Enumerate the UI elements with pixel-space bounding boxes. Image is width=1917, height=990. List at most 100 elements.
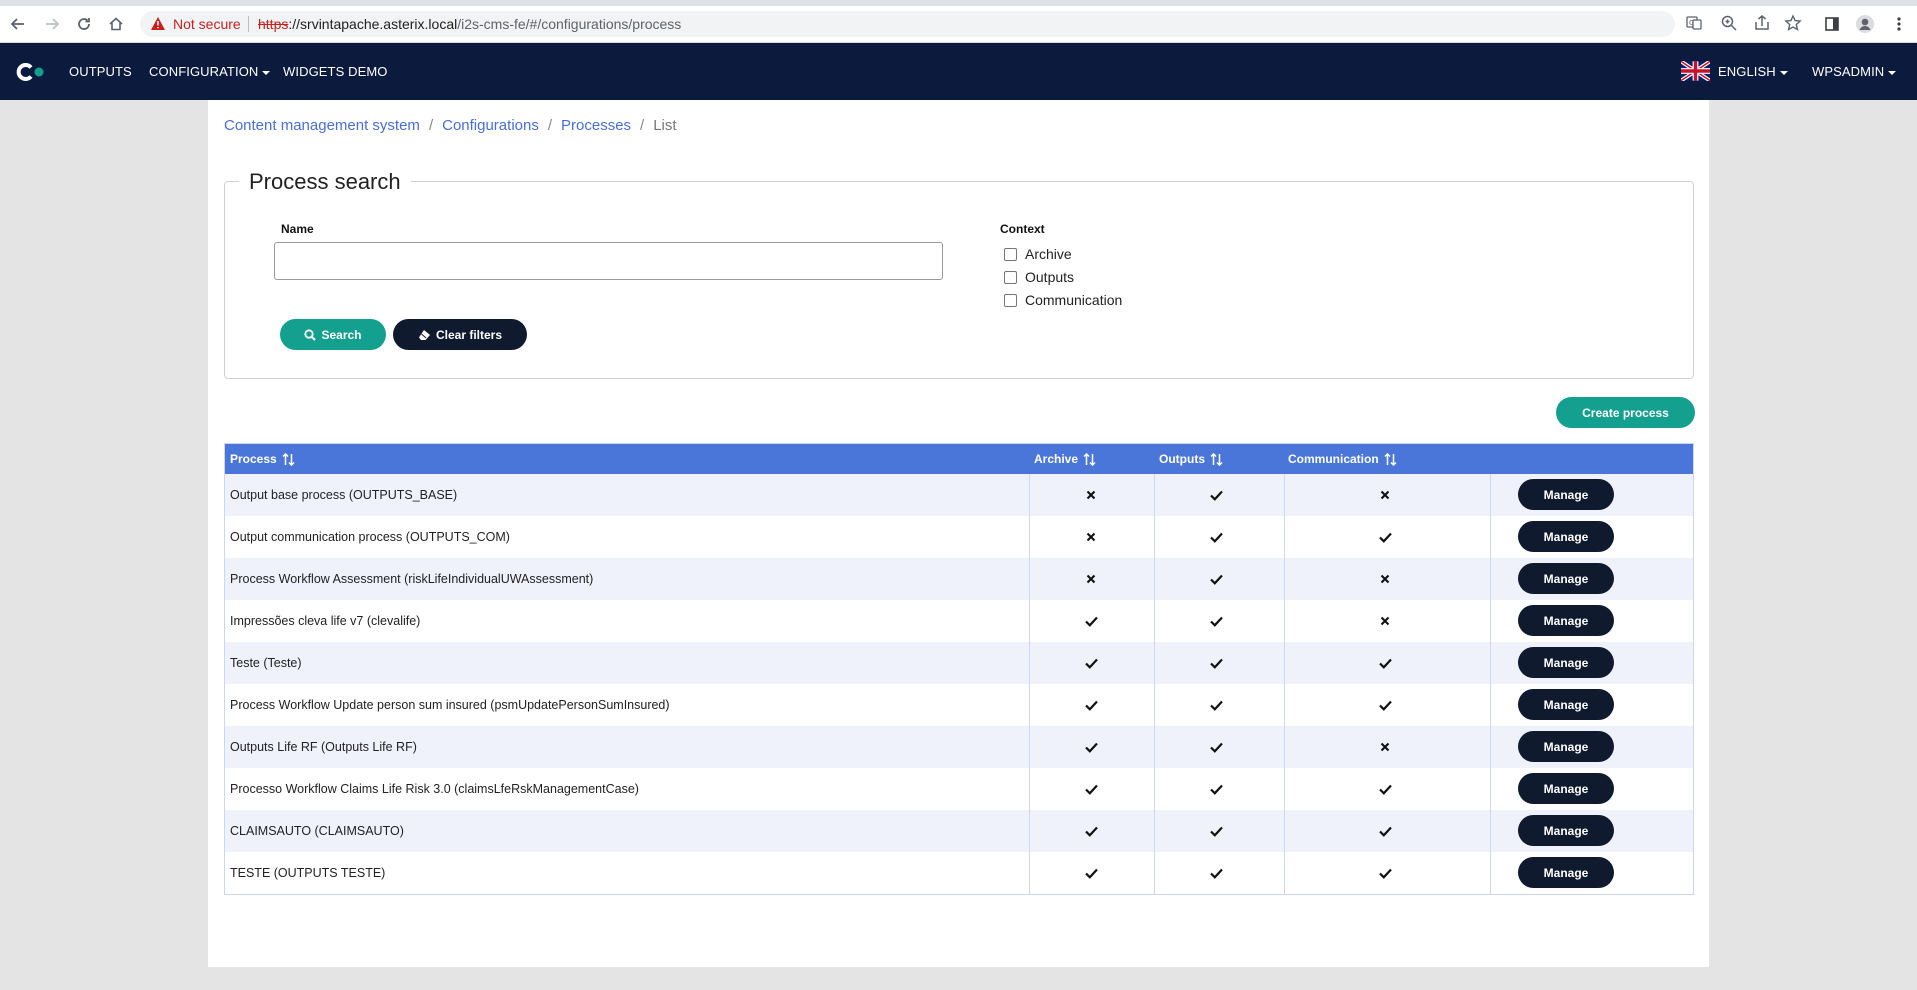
breadcrumb-configurations[interactable]: Configurations xyxy=(442,117,539,134)
nav-widgets-demo[interactable]: WIDGETS DEMO xyxy=(283,64,387,79)
check-icon xyxy=(1083,781,1099,797)
back-icon[interactable] xyxy=(8,14,28,34)
communication-checkbox-label: Communication xyxy=(1025,292,1123,308)
translate-icon[interactable]: G xyxy=(1685,14,1703,37)
url-text[interactable]: https://srvintapache.asterix.local/i2s-c… xyxy=(258,16,681,32)
manage-button[interactable]: Manage xyxy=(1518,521,1614,552)
manage-button[interactable]: Manage xyxy=(1518,563,1614,594)
search-button-label: Search xyxy=(321,327,362,342)
column-divider xyxy=(1490,474,1491,516)
table-row: Processo Workflow Claims Life Risk 3.0 (… xyxy=(225,768,1693,810)
column-divider xyxy=(1490,558,1491,600)
check-icon xyxy=(1083,655,1099,671)
breadcrumb-cms[interactable]: Content management system xyxy=(224,117,420,134)
outputs-checkbox-label: Outputs xyxy=(1025,269,1075,285)
check-icon xyxy=(1377,655,1393,671)
sort-icon[interactable] xyxy=(1384,452,1397,466)
context-outputs[interactable]: Outputs xyxy=(1004,269,1074,285)
check-icon xyxy=(1377,865,1393,881)
column-divider xyxy=(1029,852,1030,894)
process-search-panel: Process search Name Context Archive Outp… xyxy=(224,169,1694,379)
table-row: Impressões cleva life v7 (clevalife) Mana… xyxy=(225,600,1693,642)
process-name-cell: CLAIMSAUTO (CLAIMSAUTO) xyxy=(230,824,404,838)
check-icon xyxy=(1208,655,1224,671)
manage-button[interactable]: Manage xyxy=(1518,647,1614,678)
check-icon xyxy=(1208,697,1224,713)
process-name-cell: Outputs Life RF (Outputs Life RF) xyxy=(230,740,417,754)
column-divider xyxy=(1284,768,1285,810)
column-header-process[interactable]: Process xyxy=(230,452,295,466)
column-divider xyxy=(1154,642,1155,684)
sort-icon[interactable] xyxy=(282,452,295,466)
check-icon xyxy=(1208,781,1224,797)
check-icon xyxy=(1377,529,1393,545)
column-divider xyxy=(1490,810,1491,852)
column-divider xyxy=(1029,600,1030,642)
app-logo[interactable] xyxy=(14,63,46,81)
column-header-archive[interactable]: Archive xyxy=(1034,452,1096,466)
communication-checkbox[interactable] xyxy=(1004,293,1017,307)
column-divider xyxy=(1284,810,1285,852)
bookmark-star-icon[interactable] xyxy=(1784,14,1802,37)
column-divider xyxy=(1284,684,1285,726)
process-name-cell: Processo Workflow Claims Life Risk 3.0 (… xyxy=(230,782,639,796)
column-divider xyxy=(1284,600,1285,642)
process-name-cell: Output communication process (OUTPUTS_CO… xyxy=(230,530,510,544)
manage-button[interactable]: Manage xyxy=(1518,773,1614,804)
chevron-down-icon xyxy=(1888,70,1897,75)
clear-filters-button[interactable]: Clear filters xyxy=(393,319,527,350)
clear-filters-label: Clear filters xyxy=(435,327,503,342)
breadcrumb-processes[interactable]: Processes xyxy=(561,117,631,134)
not-secure-label[interactable]: Not secure xyxy=(173,16,241,32)
side-panel-icon[interactable] xyxy=(1822,14,1842,34)
nav-outputs[interactable]: OUTPUTS xyxy=(69,64,132,79)
manage-button[interactable]: Manage xyxy=(1518,731,1614,762)
column-divider xyxy=(1284,726,1285,768)
check-icon xyxy=(1208,529,1224,545)
context-archive[interactable]: Archive xyxy=(1004,246,1072,262)
check-icon xyxy=(1083,613,1099,629)
uk-flag-icon[interactable] xyxy=(1679,59,1712,83)
column-divider xyxy=(1284,516,1285,558)
reload-icon[interactable] xyxy=(74,14,94,34)
forward-icon[interactable] xyxy=(42,14,62,34)
name-input[interactable] xyxy=(274,242,943,280)
nav-configuration[interactable]: CONFIGURATION xyxy=(149,64,271,79)
check-icon xyxy=(1377,823,1393,839)
address-separator xyxy=(248,16,249,32)
breadcrumb-separator: / xyxy=(547,117,553,134)
manage-button[interactable]: Manage xyxy=(1518,689,1614,720)
sort-icon[interactable] xyxy=(1210,452,1223,466)
share-icon[interactable] xyxy=(1753,14,1771,37)
manage-button[interactable]: Manage xyxy=(1518,857,1614,888)
manage-button[interactable]: Manage xyxy=(1518,815,1614,846)
home-icon[interactable] xyxy=(106,14,126,34)
check-icon xyxy=(1083,739,1099,755)
column-divider xyxy=(1029,726,1030,768)
profile-avatar-icon[interactable] xyxy=(1855,14,1875,34)
process-name-cell: Output base process (OUTPUTS_BASE) xyxy=(230,488,458,502)
column-divider xyxy=(1154,726,1155,768)
chevron-down-icon xyxy=(262,70,271,75)
process-table: Process Archive Outputs Communication Ou… xyxy=(224,443,1694,895)
column-divider xyxy=(1154,852,1155,894)
create-process-button[interactable]: Create process xyxy=(1556,397,1695,428)
context-communication[interactable]: Communication xyxy=(1004,292,1122,308)
column-header-outputs[interactable]: Outputs xyxy=(1159,452,1223,466)
outputs-checkbox[interactable] xyxy=(1004,270,1017,284)
manage-button[interactable]: Manage xyxy=(1518,605,1614,636)
user-dropdown[interactable]: WPSADMIN xyxy=(1812,64,1897,79)
check-icon xyxy=(1377,697,1393,713)
search-button[interactable]: Search xyxy=(280,319,386,350)
column-divider xyxy=(1029,642,1030,684)
archive-checkbox[interactable] xyxy=(1004,247,1017,261)
sort-icon[interactable] xyxy=(1083,452,1096,466)
address-bar[interactable]: Not secure https://srvintapache.asterix.… xyxy=(140,11,1802,37)
column-divider xyxy=(1154,768,1155,810)
browser-menu-icon[interactable] xyxy=(1889,14,1909,34)
manage-button[interactable]: Manage xyxy=(1518,479,1614,510)
column-header-communication[interactable]: Communication xyxy=(1288,452,1397,466)
process-name-cell: Impressões cleva life v7 (clevalife) xyxy=(230,614,421,628)
zoom-icon[interactable] xyxy=(1720,14,1738,37)
language-dropdown[interactable]: ENGLISH xyxy=(1718,64,1788,79)
